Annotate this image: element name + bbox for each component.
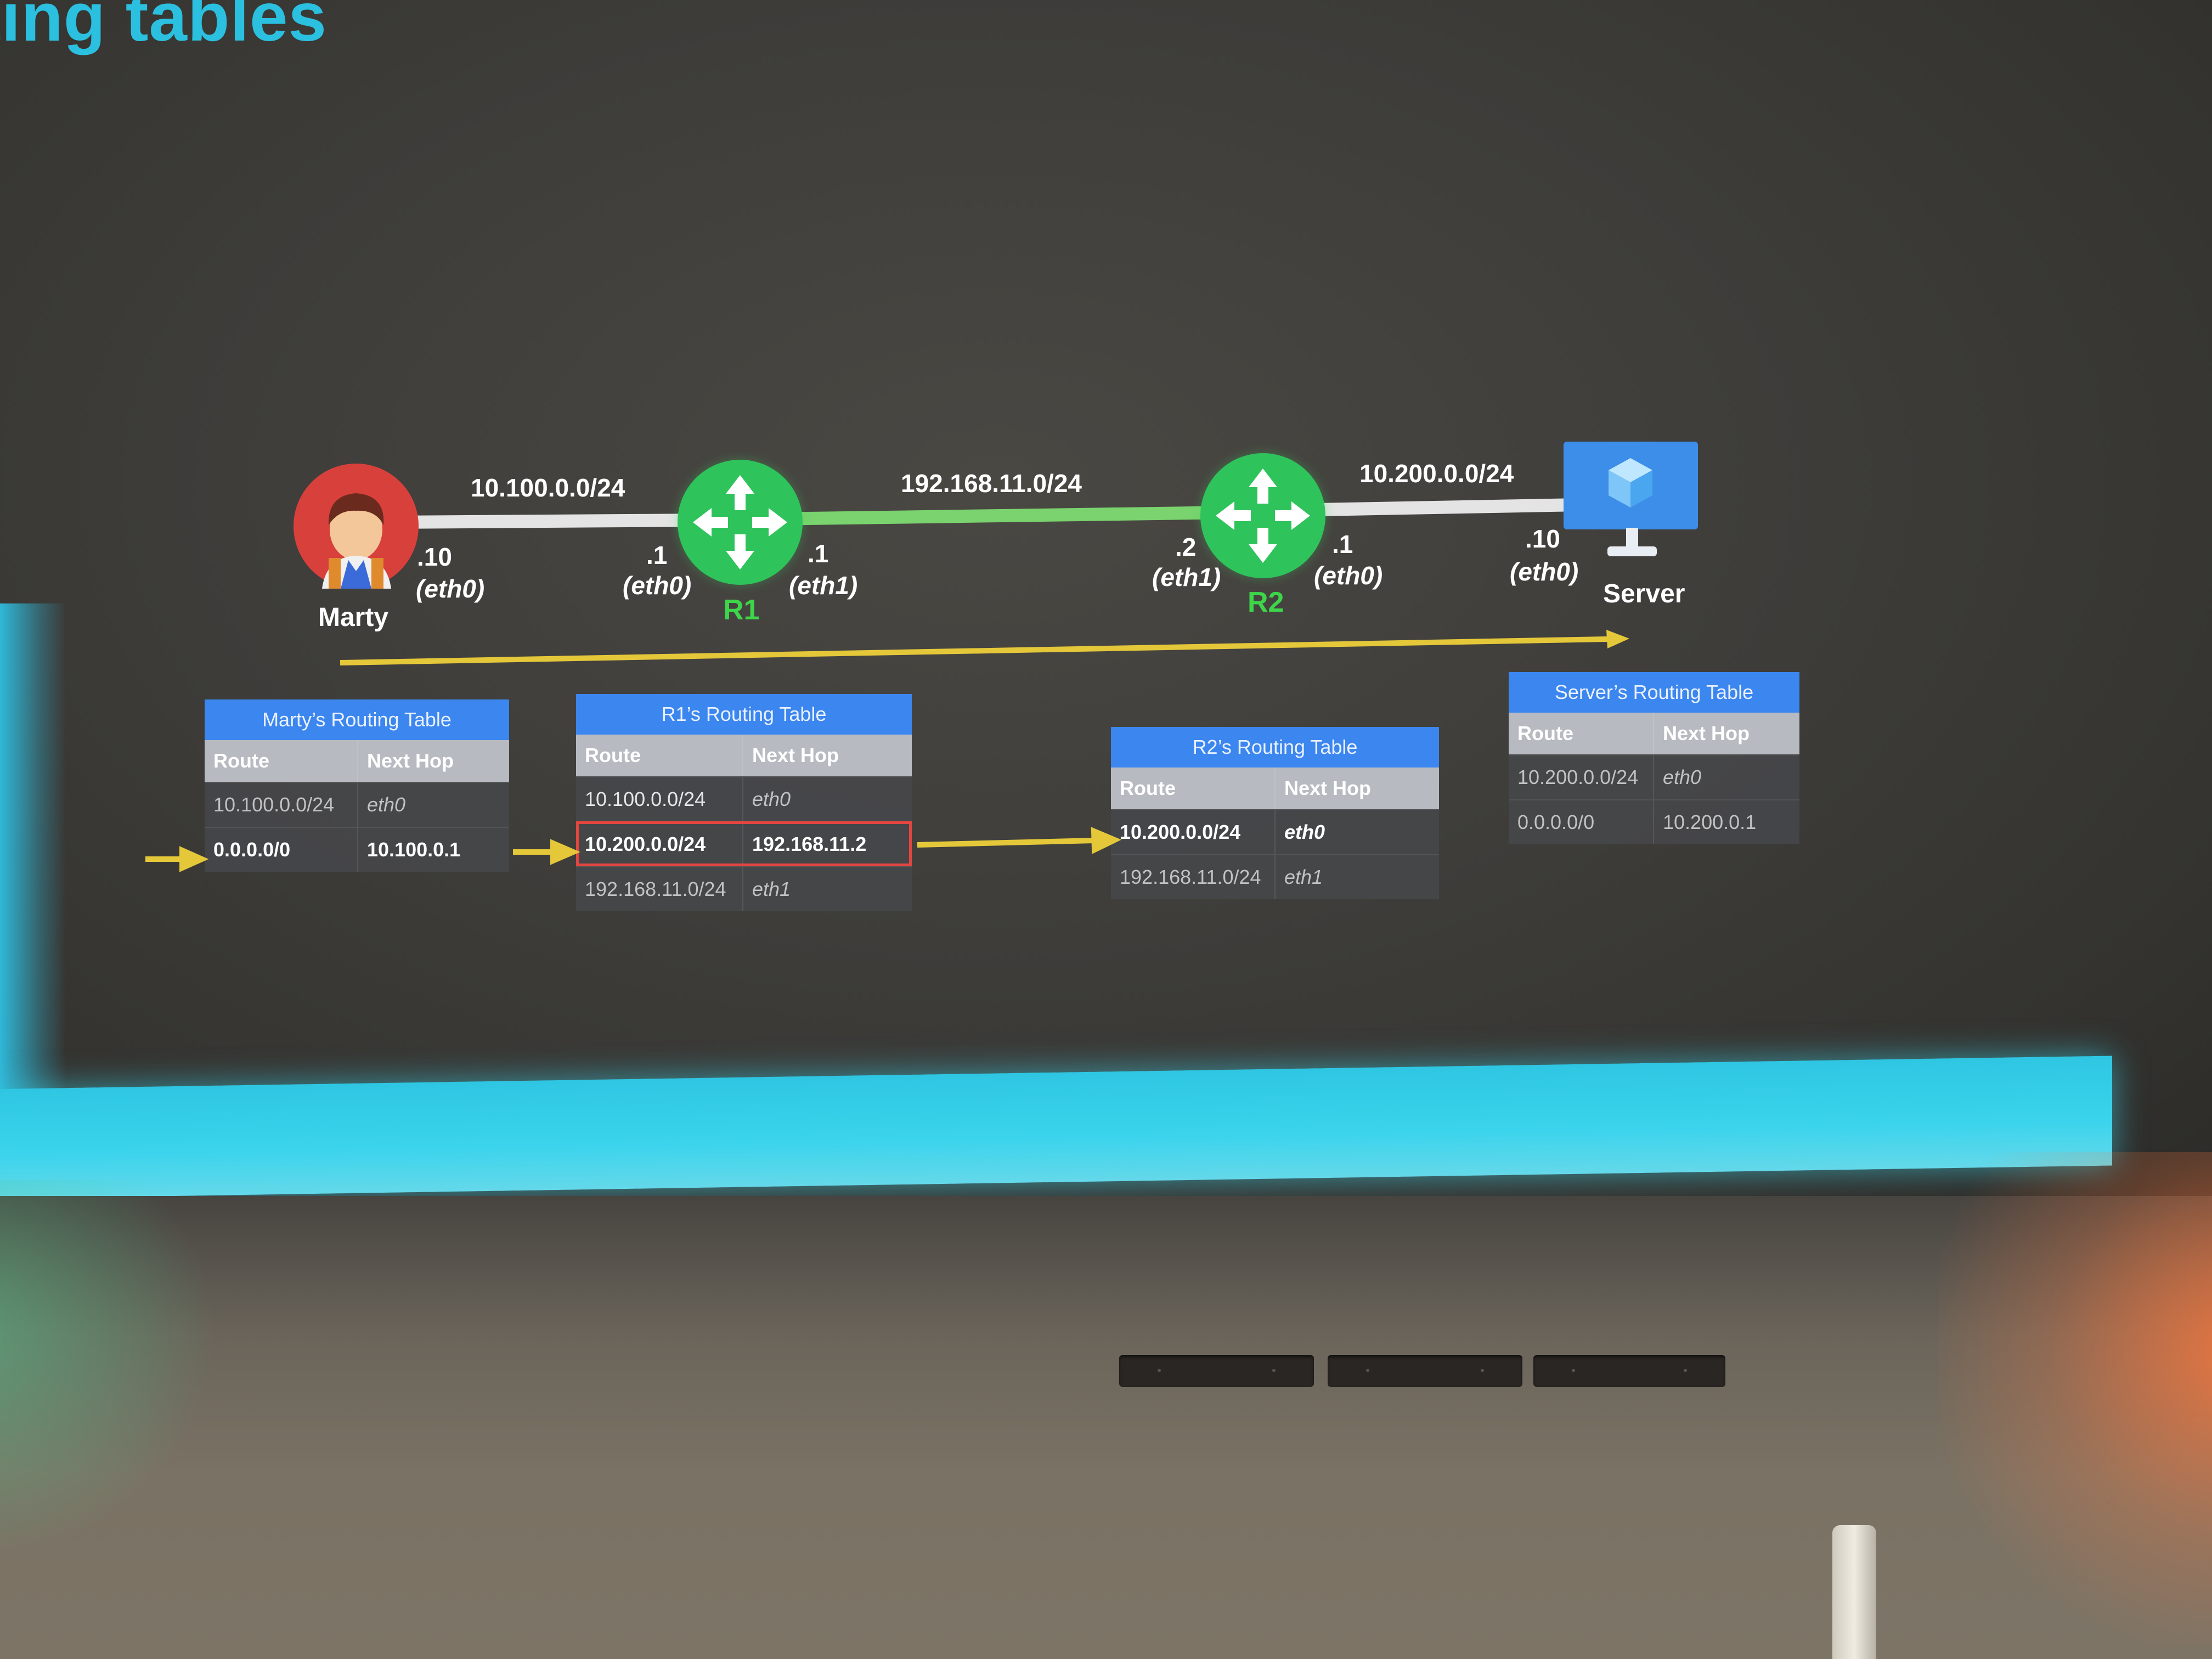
arrow-right-icon	[550, 839, 580, 865]
wall-plug	[1832, 1525, 1876, 1659]
arrow-right-icon	[1091, 827, 1122, 854]
arrow-right-icon	[179, 846, 209, 872]
wall-light-glow-right	[1938, 1152, 2212, 1646]
wall-speaker	[1328, 1355, 1522, 1387]
wall-light-glow-left	[0, 1180, 219, 1564]
arrow-right-icon	[917, 838, 1095, 848]
wall	[0, 1196, 2212, 1659]
wall-speaker	[1533, 1355, 1725, 1387]
network-diagram: Marty .10 (eth0) 10.100.0.0/24 R1 .1 (et…	[0, 0, 2212, 1207]
wall-speaker	[1119, 1355, 1314, 1387]
lookup-arrows	[145, 827, 1122, 872]
